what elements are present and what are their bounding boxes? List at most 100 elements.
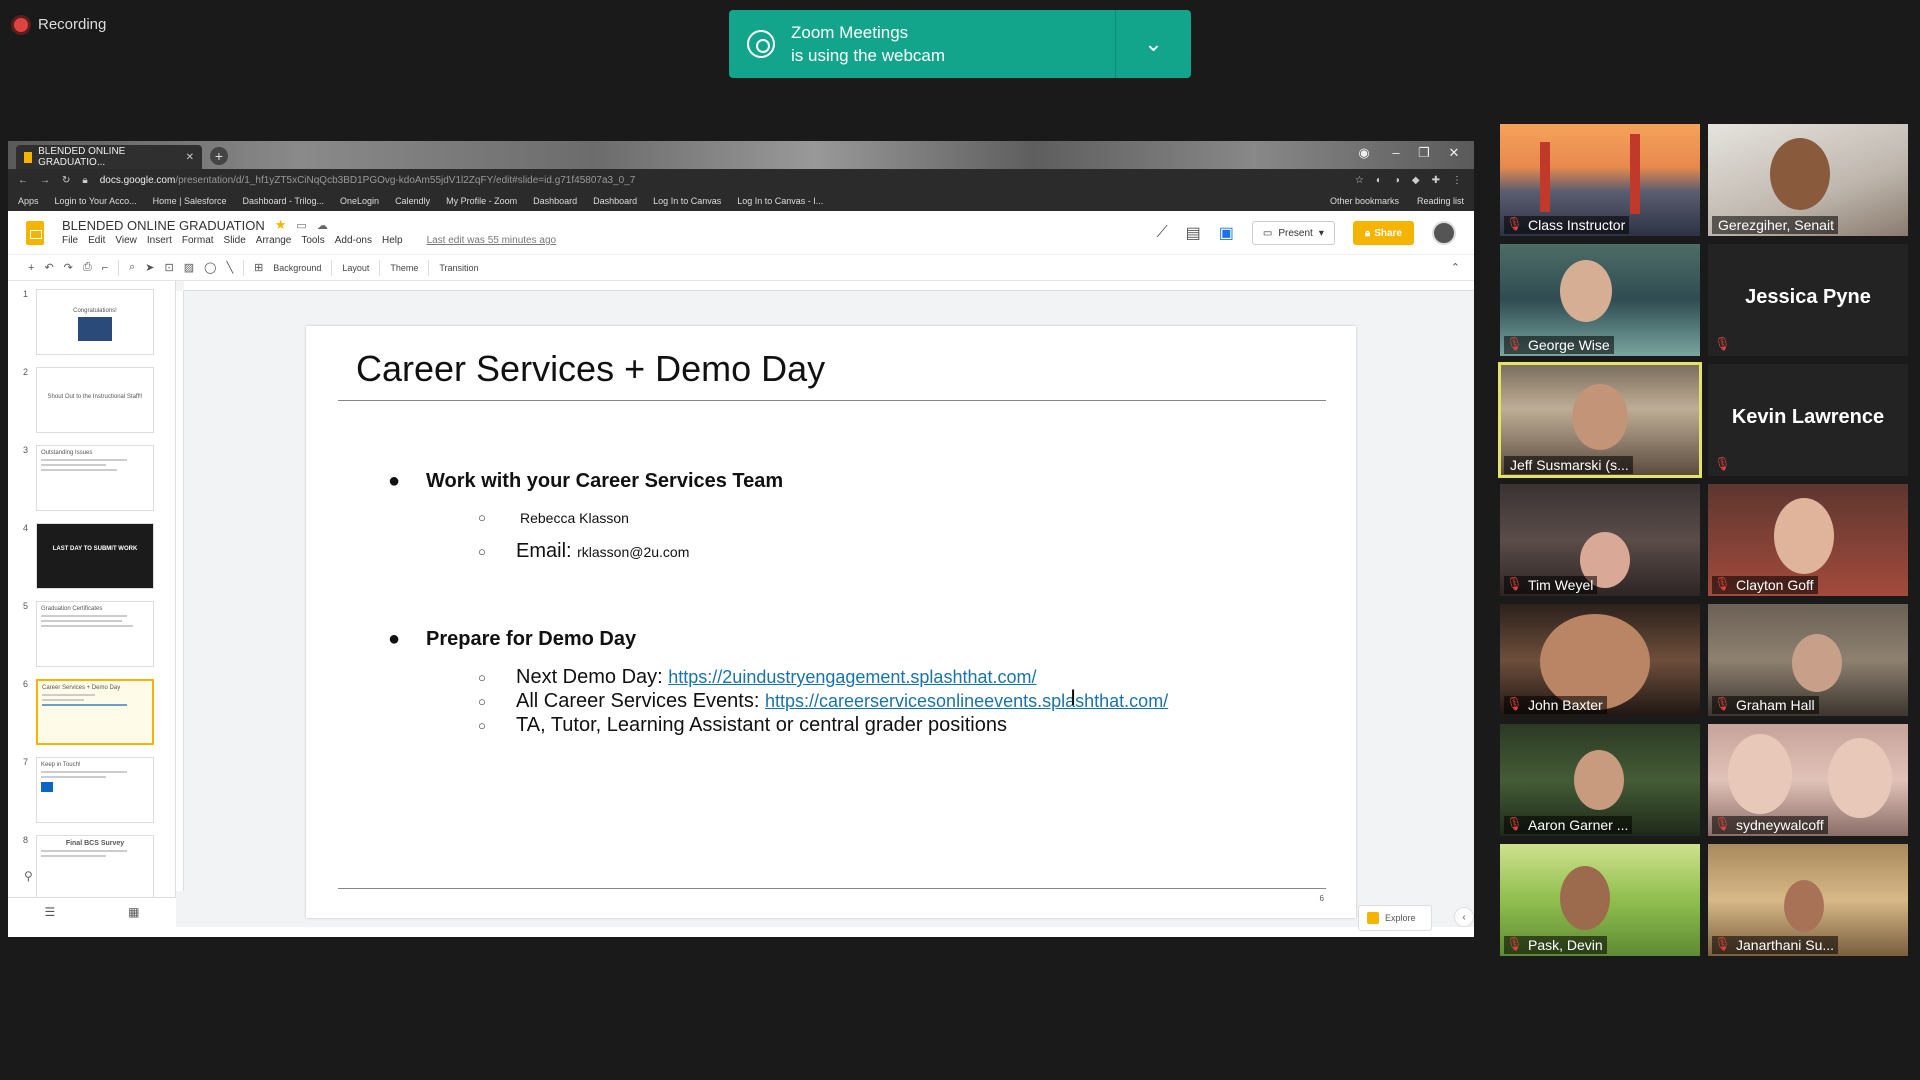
bookmark-item[interactable]: Dashboard [533,196,577,206]
current-slide[interactable]: Career Services + Demo Day ● Work with y… [306,326,1356,918]
participant-tile[interactable]: 🎙︎ Janarthani Su... [1708,844,1908,956]
participant-tile[interactable]: 🎙︎ sydneywalcoff [1708,724,1908,836]
menu-dots-icon[interactable]: ⋮ [1452,175,1462,186]
slide-title[interactable]: Career Services + Demo Day [356,348,825,390]
participant-tile[interactable]: 🎙︎ Aaron Garner ... [1500,724,1700,836]
bookmark-star-icon[interactable]: ☆ [1355,175,1364,186]
chevron-down-icon[interactable]: ▾ [1319,228,1324,239]
bullet-career-services[interactable]: ● Work with your Career Services Team [388,470,783,493]
recording-indicator[interactable]: Recording [14,16,106,33]
bookmark-item[interactable]: Log In to Canvas - I... [737,196,823,206]
slide-thumbnail[interactable]: LAST DAY TO SUBMIT WORK [36,523,154,589]
image-icon[interactable]: ▨ [184,261,194,274]
restore-icon[interactable]: ❐ [1412,145,1436,161]
slide-thumbnail-selected[interactable]: Career Services + Demo Day [36,679,154,745]
sub-bullet-email[interactable]: ○ Email: rklasson@2u.com [478,540,689,563]
forward-icon[interactable]: → [40,175,50,186]
menu-insert[interactable]: Insert [147,235,172,246]
layout-button[interactable]: Layout [342,263,369,273]
profile-icon[interactable]: ◉ [1352,145,1376,161]
comment-add-icon[interactable]: ⊞ [254,261,263,274]
grid-view-icon[interactable]: ▦ [128,905,139,919]
extension-icon[interactable]: ◐ [1376,175,1382,186]
reload-icon[interactable]: ↻ [62,175,70,186]
menu-slide[interactable]: Slide [224,235,246,246]
present-button[interactable]: ▭ Present ▾ [1251,221,1335,245]
participant-tile[interactable]: 🎙︎ George Wise [1500,244,1700,356]
close-tab-icon[interactable]: ✕ [186,152,194,163]
demo-day-link[interactable]: https://2uindustryengagement.splashthat.… [668,667,1036,687]
chevron-down-icon[interactable]: ⌄ [1116,10,1191,78]
participant-tile[interactable]: 🎙︎ Graham Hall [1708,604,1908,716]
menu-tools[interactable]: Tools [301,235,324,246]
menu-addons[interactable]: Add-ons [335,235,372,246]
zoom-icon[interactable]: ⌕ [129,261,135,274]
redo-icon[interactable]: ↷ [64,261,73,274]
url-text[interactable]: docs.google.com/presentation/d/1_hf1yZT5… [100,175,636,186]
chevron-up-icon[interactable]: ⌃ [1451,261,1460,274]
browser-tab[interactable]: BLENDED ONLINE GRADUATIO... ✕ [16,145,202,169]
star-icon[interactable]: ★ [275,217,287,233]
other-bookmarks[interactable]: Other bookmarks [1330,196,1399,206]
bookmark-item[interactable]: Apps [18,196,39,206]
extension-icon[interactable]: ◆ [1412,175,1420,186]
close-window-icon[interactable]: ✕ [1442,145,1466,161]
side-panel-toggle[interactable]: ‹ [1454,907,1474,927]
participant-tile-active-speaker[interactable]: Jeff Susmarski (s... [1498,362,1702,478]
bullet-demo-day[interactable]: ● Prepare for Demo Day [388,628,636,651]
reading-list[interactable]: Reading list [1417,196,1464,206]
share-button[interactable]: 🔒︎ Share [1352,221,1414,245]
back-icon[interactable]: ← [18,175,28,186]
filmstrip-item[interactable]: 7 Keep in Touch! [18,757,154,823]
menu-view[interactable]: View [115,235,137,246]
participant-tile-no-video[interactable]: Kevin Lawrence 🎙︎ [1708,364,1908,476]
shape-icon[interactable]: ◯ [204,261,216,274]
slide-thumbnail[interactable]: Keep in Touch! [36,757,154,823]
document-title[interactable]: BLENDED ONLINE GRADUATION [62,218,265,233]
account-avatar[interactable] [1432,221,1456,245]
slide-thumbnail[interactable]: Final BCS Survey [36,835,154,897]
participant-tile[interactable]: Gerezgiher, Senait [1708,124,1908,236]
menu-edit[interactable]: Edit [88,235,105,246]
select-icon[interactable]: ➤ [145,261,154,274]
bookmark-item[interactable]: My Profile - Zoom [446,196,517,206]
filmstrip-item[interactable]: 1 Congratulations! [18,289,154,355]
bookmark-item[interactable]: Calendly [395,196,430,206]
line-icon[interactable]: ╲ [226,261,233,274]
attachment-icon[interactable]: ⚲ [24,869,33,883]
sub-bullet-name[interactable]: ○ Rebecca Klasson [478,506,629,529]
filmstrip-item[interactable]: 6 Career Services + Demo Day [18,679,154,745]
theme-button[interactable]: Theme [390,263,418,273]
career-events-link[interactable]: https://careerservicesonlineevents.splas… [765,691,1168,711]
print-icon[interactable]: ⎙ [83,261,92,274]
menu-arrange[interactable]: Arrange [256,235,292,246]
sub-bullet-positions[interactable]: ○ TA, Tutor, Learning Assistant or centr… [478,714,1007,737]
filmstrip-item[interactable]: 2 Shout Out to the Instructional Staff!! [18,367,154,433]
background-button[interactable]: Background [273,263,321,273]
transition-button[interactable]: Transition [439,263,478,273]
folder-icon[interactable]: ▭ [296,219,306,232]
participant-tile[interactable]: 🎙︎ Class Instructor [1500,124,1700,236]
filmstrip-item[interactable]: 5 Graduation Certificates [18,601,154,667]
undo-icon[interactable]: ↶ [44,261,53,274]
bookmark-item[interactable]: Log In to Canvas [653,196,721,206]
bookmark-item[interactable]: Home | Salesforce [153,196,227,206]
filmstrip-item[interactable]: 3 Outstanding Issues [18,445,154,511]
participant-tile-no-video[interactable]: Jessica Pyne 🎙︎ [1708,244,1908,356]
minimize-icon[interactable]: – [1384,145,1408,160]
activity-icon[interactable]: ⟋ [1156,224,1167,242]
filmstrip-item[interactable]: 8 Final BCS Survey [18,835,154,897]
participant-tile[interactable]: 🎙︎ Pask, Devin [1500,844,1700,956]
extension-icon[interactable]: ◑ [1394,175,1400,186]
new-slide-icon[interactable]: + [28,262,34,274]
bookmark-item[interactable]: OneLogin [340,196,379,206]
menu-file[interactable]: File [62,235,78,246]
menu-help[interactable]: Help [382,235,403,246]
participant-tile[interactable]: 🎙︎ Tim Weyel [1500,484,1700,596]
puzzle-icon[interactable]: ✚ [1432,175,1440,186]
bookmark-item[interactable]: Dashboard - Trilog... [242,196,324,206]
new-tab-button[interactable]: + [210,147,228,165]
textbox-icon[interactable]: ⊡ [165,261,174,274]
meet-icon[interactable]: ▣ [1219,223,1234,243]
comments-icon[interactable]: ▤ [1186,223,1201,243]
